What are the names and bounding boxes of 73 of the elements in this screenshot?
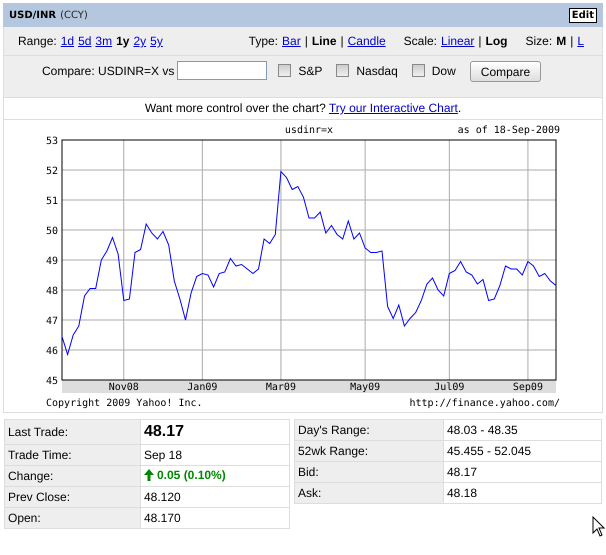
y-tick-label: 45 [46,376,58,387]
quote-label: Trade Time: [4,444,140,466]
checkbox-label: Dow [432,64,456,78]
up-arrow-icon [144,469,154,481]
option-link[interactable]: Log [486,34,508,48]
separator-text: | [570,34,574,48]
quote-value: 45.455 - 52.045 [444,440,602,462]
x-tick-label: May09 [350,382,380,393]
option-link[interactable]: Line [312,34,336,48]
x-tick-label: Jan09 [187,382,218,393]
copyright-text: Copyright 2009 Yahoo! Inc. [46,398,203,409]
checkbox[interactable] [336,64,350,77]
quote-value: 48.18 [444,482,602,504]
chart-title: usdinr=x [284,125,334,136]
control-label: Type: [248,34,278,48]
quote-label: Last Trade: [4,420,140,444]
symbol-title: USD/INR [9,10,56,20]
checkbox[interactable] [412,64,425,77]
quote-value: 48.170 [140,508,290,528]
separator-text: | [340,34,344,48]
x-tick-label: Nov08 [108,382,139,393]
quote-value: Sep 18 [140,444,290,466]
checkbox-label: Nasdaq [356,64,398,78]
y-tick-label: 46 [46,346,58,357]
x-tick-label: Mar09 [266,382,296,393]
quote-label: Prev Close: [4,486,140,508]
option-link[interactable]: 5y [150,34,163,48]
control-label: Range: [18,34,57,48]
edit-button[interactable]: Edit [568,8,597,22]
y-tick-label: 47 [46,316,58,327]
option-link[interactable]: Linear [441,34,474,48]
option-link[interactable]: 5d [78,34,92,48]
url-text: http://finance.yahoo.com/ [409,398,560,409]
compare-label: Compare: USDINR=X vs [42,64,174,78]
control-label: Size: [526,34,552,48]
interactive-chart-link[interactable]: Try our Interactive Chart [328,101,458,115]
compare-input-field[interactable] [177,61,268,80]
quote-label: Open: [4,508,140,528]
as-of-date: as of 18-Sep-2009 [458,125,560,136]
control-label: Scale: [404,34,438,48]
option-link[interactable]: 3m [95,34,112,48]
quote-value: 48.17 [140,420,290,444]
option-link[interactable]: L [577,34,584,48]
option-link[interactable]: 2y [133,34,146,48]
quote-value: 48.120 [140,486,290,508]
separator-text: | [478,34,482,48]
y-tick-label: 53 [46,136,58,147]
checkbox[interactable] [278,64,292,77]
checkbox-label: S&P [298,64,322,78]
option-link[interactable]: 1d [60,34,74,48]
quote-label: 52wk Range: [294,440,444,462]
quote-value: 48.17 [444,462,602,482]
quote-label: Bid: [294,462,444,482]
quote-label: Day's Range: [294,420,444,440]
quote-label: Change: [4,466,140,486]
quote-value: 48.03 - 48.35 [444,420,602,440]
promo-text: Want more control over the chart? Try our Interactive Chart. [4,98,602,120]
y-tick-label: 51 [46,196,58,207]
option-link[interactable]: Bar [282,34,301,48]
compare-button[interactable]: Compare [470,61,542,82]
y-tick-label: 50 [46,226,58,237]
change-value: 0.05 (0.10%) [157,468,226,482]
quote-label: Ask: [294,482,444,504]
x-tick-label: Sep09 [512,382,543,393]
option-link[interactable]: 1y [116,34,130,48]
option-link[interactable]: M [556,34,566,48]
y-tick-label: 52 [46,166,58,177]
symbol-subtitle: (CCY) [60,10,88,20]
y-tick-label: 48 [46,286,58,297]
y-tick-label: 49 [46,256,58,267]
x-tick-label: Jul09 [434,382,464,393]
separator-text: | [304,34,308,48]
option-link[interactable]: Candle [348,34,386,48]
